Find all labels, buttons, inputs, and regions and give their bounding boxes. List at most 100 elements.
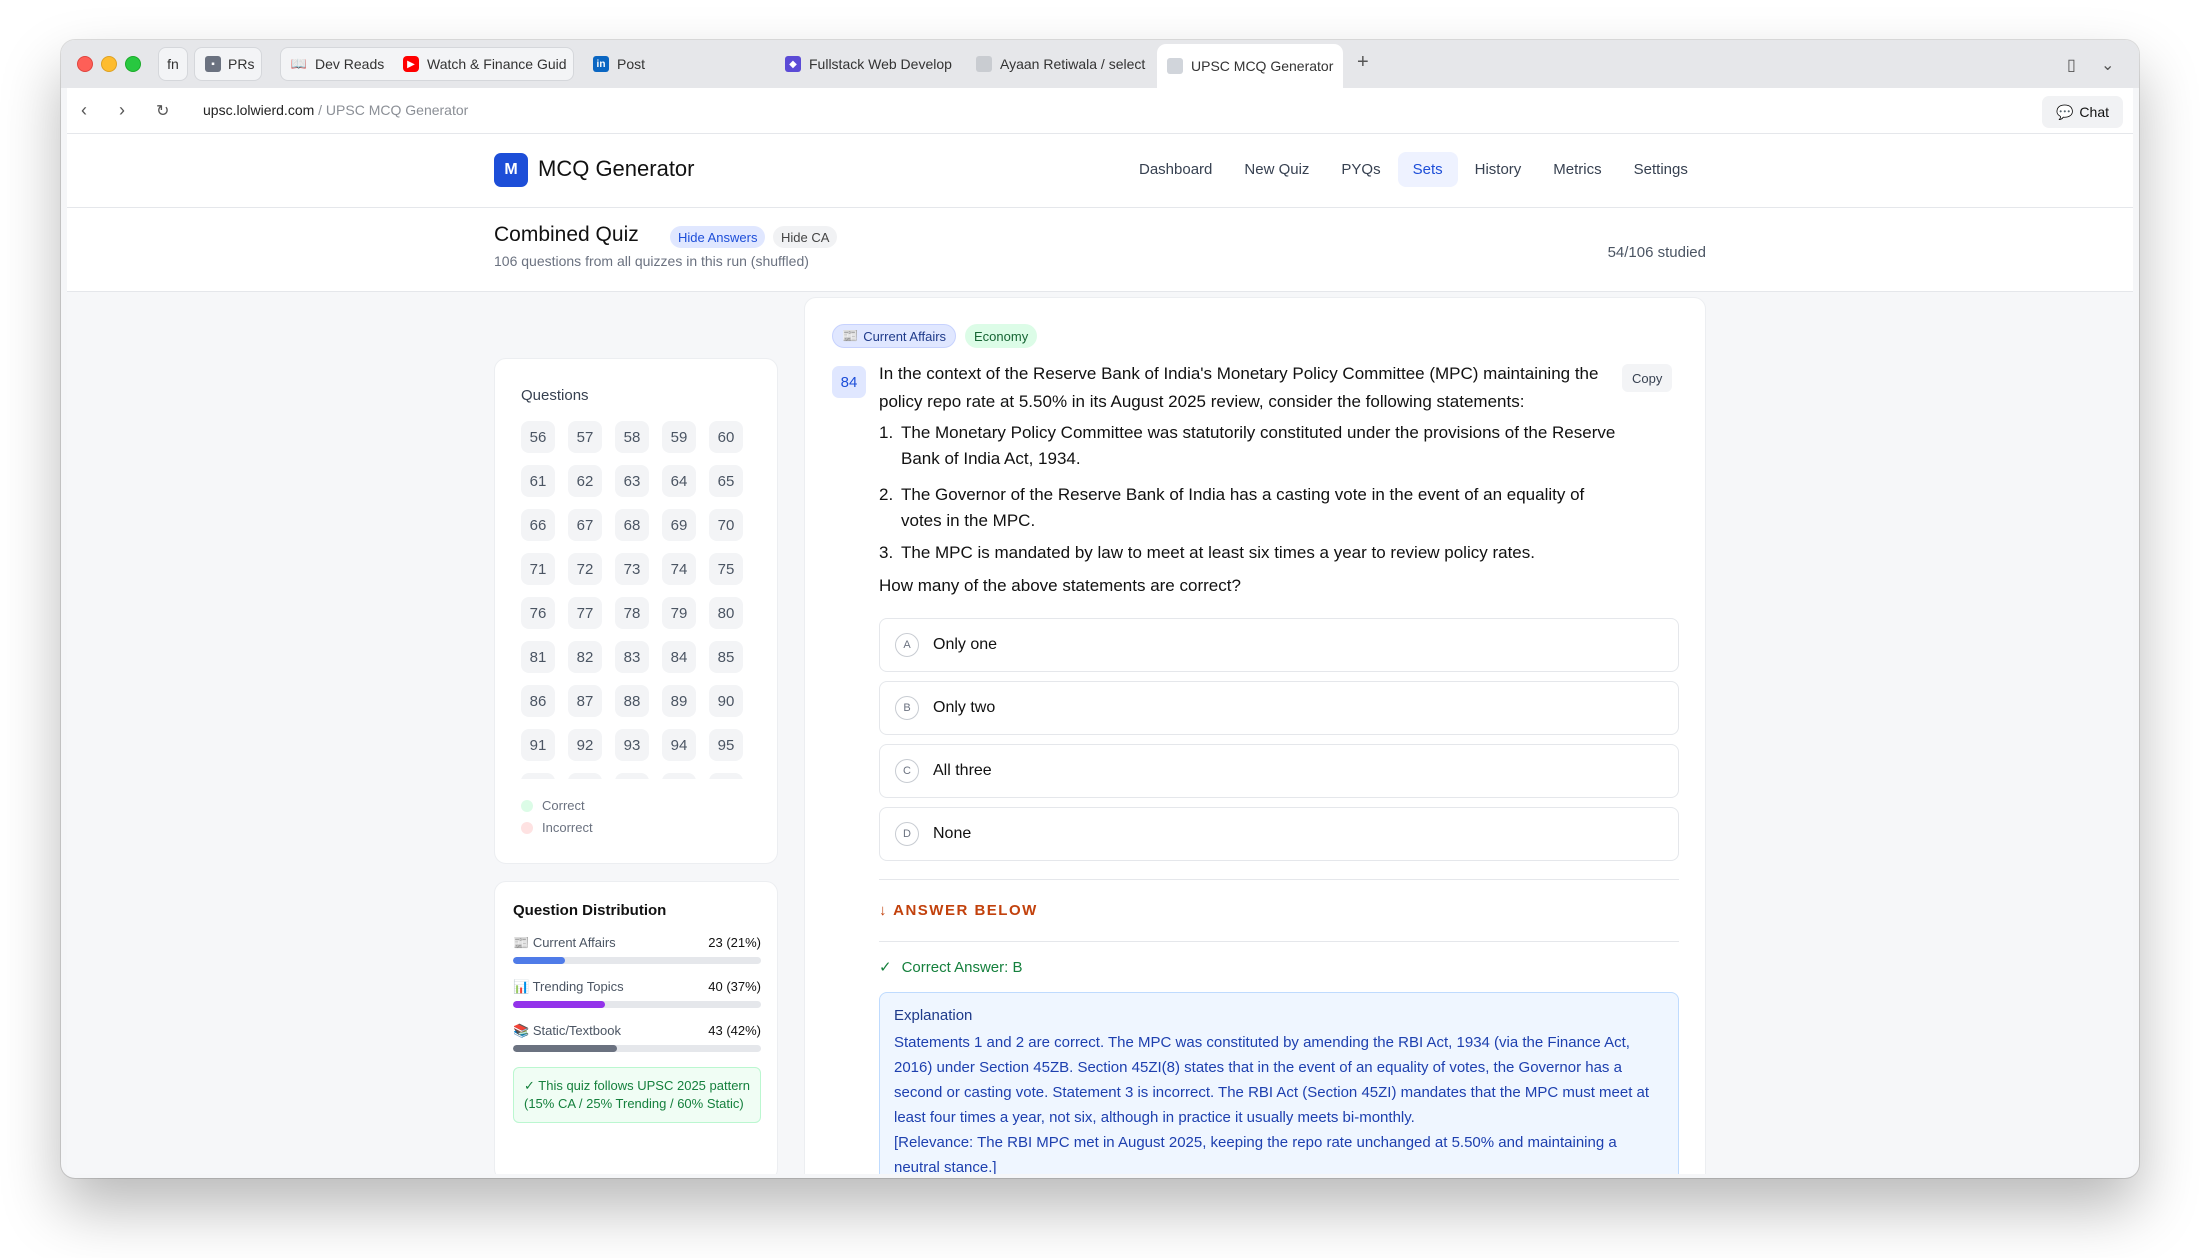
brand-name[interactable]: MCQ Generator [538,156,695,182]
question-number-button[interactable]: 60 [709,421,743,453]
statement: 3. The MPC is mandated by law to meet at… [879,540,1619,566]
question-number-button[interactable]: 74 [662,553,696,585]
minimize-window-button[interactable] [101,56,117,72]
tab-label: PRs [228,56,255,72]
question-number-button[interactable]: 79 [662,597,696,629]
nav-sets[interactable]: Sets [1397,152,1458,187]
question-number-grid: 56 57 58 59 60 61 62 63 64 65 66 67 68 69 70 71 72 73 74 75… [521,421,761,779]
reload-icon[interactable]: ↻ [156,101,169,121]
nav-pyqs[interactable]: PYQs [1326,152,1395,187]
question-distribution-panel: Question Distribution 📰 Current Affairs … [494,881,778,1174]
question-number-button[interactable]: 81 [521,641,555,673]
question-number-button[interactable]: 72 [568,553,602,585]
question-number-button[interactable]: 76 [521,597,555,629]
question-number-button[interactable]: 56 [521,421,555,453]
newspaper-icon: 📰 [842,328,859,343]
question-number-button[interactable]: 71 [521,553,555,585]
tab-ayaan[interactable]: Ayaan Retiwala / select [966,46,1146,82]
option-b[interactable]: B Only two [879,681,1679,735]
question-number-button[interactable]: 98 [615,773,649,779]
option-d[interactable]: D None [879,807,1679,861]
check-icon: ✓ [879,959,892,976]
option-c[interactable]: C All three [879,744,1679,798]
question-number-button[interactable]: 91 [521,729,555,761]
tab-prs[interactable]: ▪ PRs [194,47,262,81]
question-number-button[interactable]: 94 [662,729,696,761]
sidebar-toggle-button[interactable]: fn [158,47,188,81]
question-number-button[interactable]: 68 [615,509,649,541]
question-number-button[interactable]: 86 [521,685,555,717]
question-number-button[interactable]: 77 [568,597,602,629]
nav-new-quiz[interactable]: New Quiz [1229,152,1324,187]
nav-history[interactable]: History [1460,152,1537,187]
nav-dashboard[interactable]: Dashboard [1124,152,1227,187]
question-number-button[interactable]: 88 [615,685,649,717]
correct-answer-label: Correct Answer: B [901,958,1023,976]
maximize-window-button[interactable] [125,56,141,72]
hide-answers-toggle[interactable]: Hide Answers [670,226,766,248]
distribution-value: 40 (37%) [708,979,761,994]
question-number-button[interactable]: 65 [709,465,743,497]
distribution-label: Current Affairs [532,935,616,950]
question-number-button[interactable]: 87 [568,685,602,717]
forward-icon[interactable]: › [119,100,125,121]
question-number-button[interactable]: 80 [709,597,743,629]
question-number-button[interactable]: 93 [615,729,649,761]
question-number-button[interactable]: 66 [521,509,555,541]
question-number-button[interactable]: 85 [709,641,743,673]
question-number-button[interactable]: 63 [615,465,649,497]
question-number-button[interactable]: 64 [662,465,696,497]
tab-dev-reads[interactable]: 📖 Dev Reads [281,48,393,80]
logo[interactable]: M [494,153,528,187]
tab-upsc-mcq[interactable]: UPSC MCQ Generator [1157,44,1343,88]
new-tab-icon[interactable]: + [1357,51,1369,74]
tab-fullstack[interactable]: ◆ Fullstack Web Develop [775,46,955,82]
hide-ca-toggle[interactable]: Hide CA [773,226,838,248]
nav-settings[interactable]: Settings [1619,152,1703,187]
question-number-button[interactable]: 70 [709,509,743,541]
option-letter: B [895,696,919,720]
back-icon[interactable]: ‹ [81,100,87,121]
question-number-button[interactable]: 99 [662,773,696,779]
question-number-button[interactable]: 89 [662,685,696,717]
question-number-button[interactable]: 58 [615,421,649,453]
newspaper-icon: 📰 [513,935,530,950]
chart-icon: 📊 [513,979,530,994]
question-number-button[interactable]: 78 [615,597,649,629]
question-number-button[interactable]: 95 [709,729,743,761]
pattern-note: ✓ This quiz follows UPSC 2025 pattern (1… [513,1067,761,1123]
question-number-button[interactable]: 67 [568,509,602,541]
tab-overview-icon[interactable]: ▯ [2067,55,2076,75]
tab-watch-finance[interactable]: ▶ Watch & Finance Guid [393,48,573,80]
url-domain: upsc.lolwierd.com [203,102,315,118]
question-number-button[interactable]: 75 [709,553,743,585]
question-number-button[interactable]: 73 [615,553,649,585]
question-number-button[interactable]: 62 [568,465,602,497]
url-field[interactable]: upsc.lolwierd.com / UPSC MCQ Generator [203,102,468,118]
tab-post[interactable]: in Post [583,46,683,82]
question-number-button[interactable]: 92 [568,729,602,761]
nav-metrics[interactable]: Metrics [1538,152,1616,187]
close-window-button[interactable] [77,56,93,72]
book-icon: 📖 [290,56,308,71]
distribution-label: Static/Textbook [532,1023,621,1038]
question-number-button[interactable]: 69 [662,509,696,541]
question-number-button[interactable]: 84 [662,641,696,673]
chevron-down-icon[interactable]: ⌄ [2101,55,2114,75]
question-number-button[interactable]: 83 [615,641,649,673]
question-number-button[interactable]: 61 [521,465,555,497]
question-number-button[interactable]: 57 [568,421,602,453]
books-icon: 📚 [513,1023,530,1038]
question-number-button[interactable]: 82 [568,641,602,673]
copy-button[interactable]: Copy [1622,364,1673,392]
question-number-button[interactable]: 90 [709,685,743,717]
question-number-button[interactable]: 97 [568,773,602,779]
question-number-button[interactable]: 96 [521,773,555,779]
statement: 2. The Governor of the Reserve Bank of I… [879,482,1619,534]
question-number-button[interactable]: 100 [709,773,743,779]
page-title: Combined Quiz [494,223,639,246]
questions-panel-title: Questions [521,387,589,404]
option-a[interactable]: A Only one [879,618,1679,672]
chat-button[interactable]: 💬 Chat [2041,96,2123,128]
question-number-button[interactable]: 59 [662,421,696,453]
